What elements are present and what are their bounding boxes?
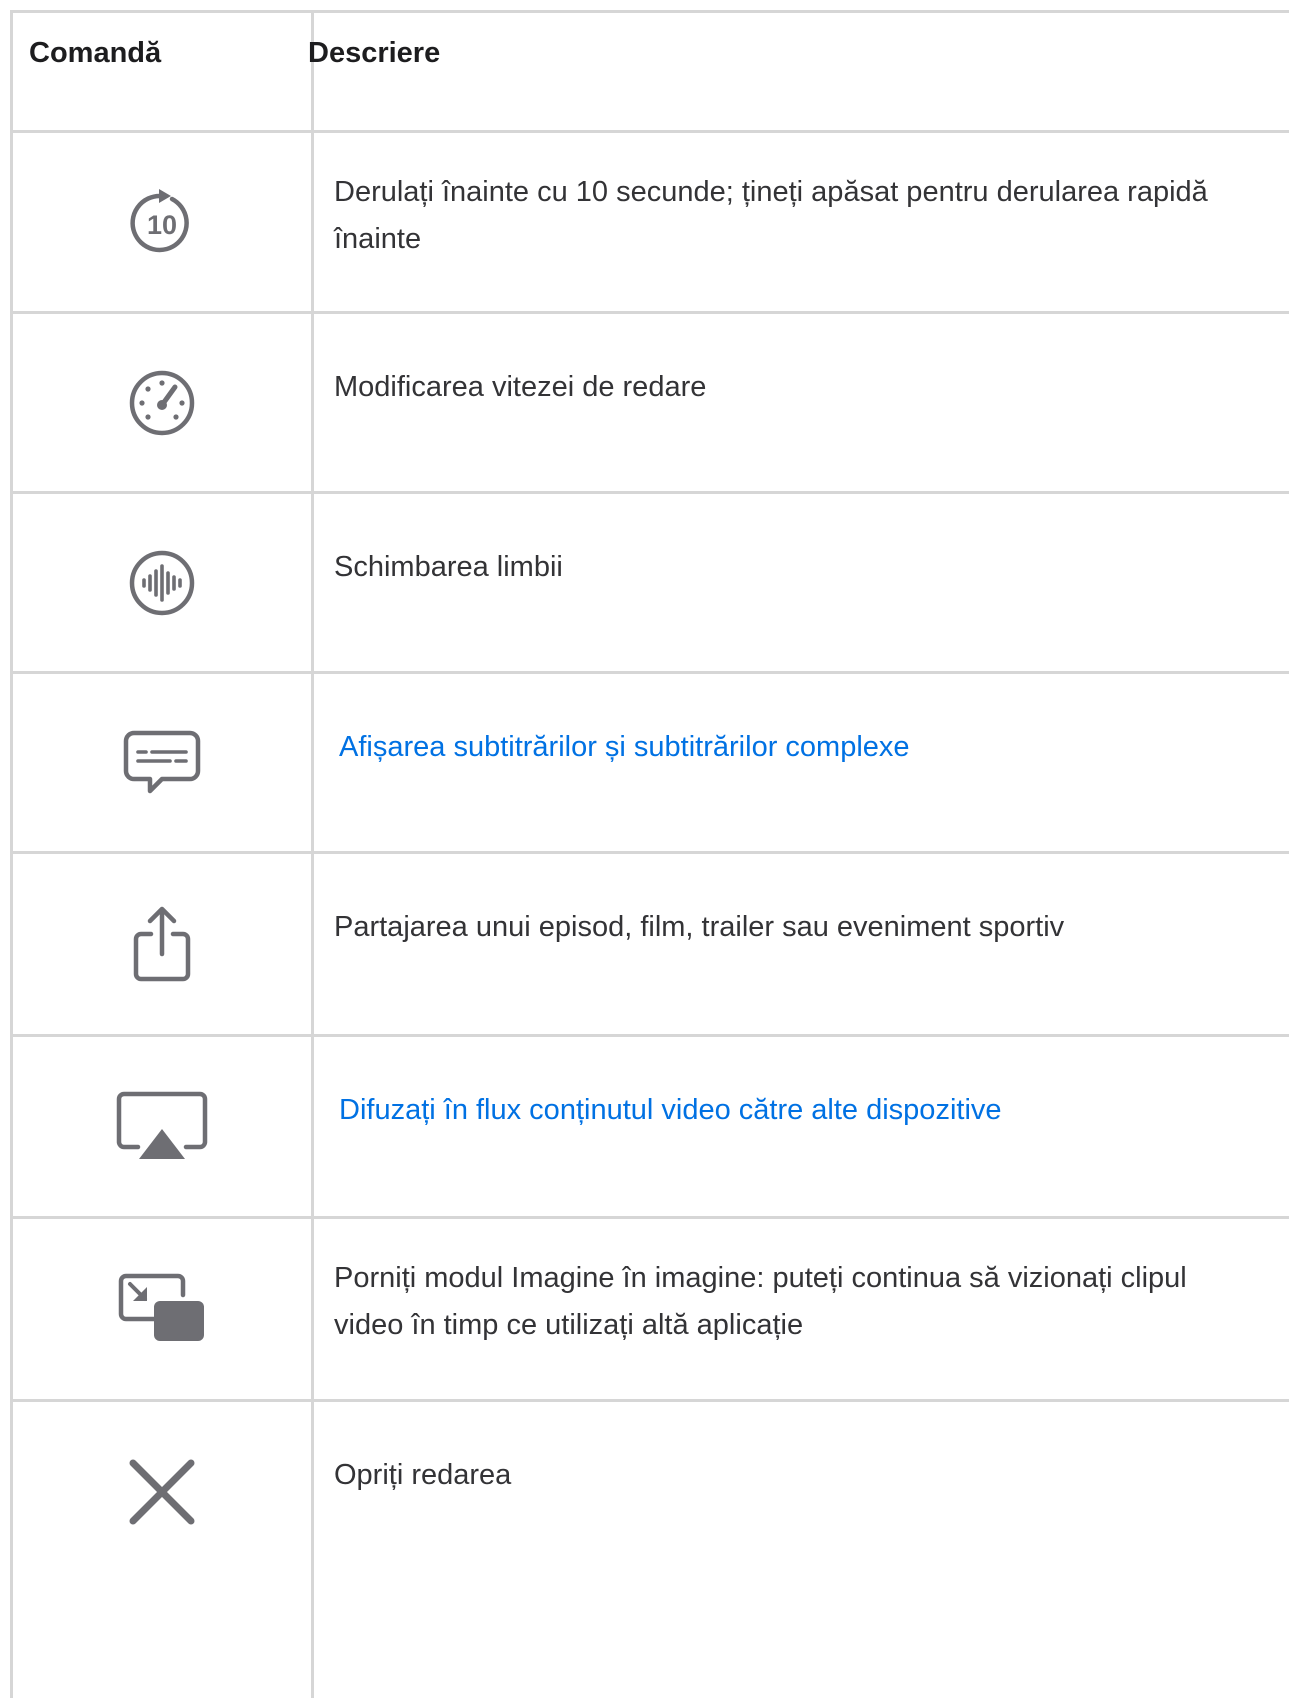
- skip-forward-10-icon[interactable]: 10: [126, 186, 198, 258]
- table-header-row: Comandă Descriere: [13, 13, 1289, 133]
- controls-table: Comandă Descriere 10 Derulați înainte cu…: [10, 10, 1289, 1698]
- row-description: Partajarea unui episod, film, trailer sa…: [334, 911, 1065, 943]
- audio-waveform-icon[interactable]: [128, 549, 196, 617]
- table-row: Porniți modul Imagine în imagine: puteți…: [13, 1219, 1289, 1402]
- speedometer-icon[interactable]: [128, 369, 196, 437]
- table-row: Afișarea subtitrărilor și subtitrărilor …: [13, 674, 1289, 854]
- subtitles-bubble-icon[interactable]: [122, 727, 202, 799]
- icon-cell: [13, 1402, 311, 1582]
- table-row: Partajarea unui episod, film, trailer sa…: [13, 854, 1289, 1037]
- icon-cell: [13, 314, 311, 491]
- airplay-icon[interactable]: [114, 1087, 210, 1167]
- table-row: Schimbarea limbii: [13, 494, 1289, 674]
- icon-cell: [13, 1219, 311, 1399]
- table-row: Modificarea vitezei de redare: [13, 314, 1289, 494]
- row-description: Opriți redarea: [334, 1459, 512, 1491]
- skip-amount-label: 10: [147, 210, 177, 240]
- close-x-icon[interactable]: [127, 1457, 197, 1527]
- row-description: Schimbarea limbii: [334, 551, 563, 583]
- row-description: Porniți modul Imagine în imagine: puteți…: [334, 1262, 1187, 1341]
- row-description: Derulați înainte cu 10 secunde; țineți a…: [334, 176, 1208, 255]
- header-description: Descriere: [308, 37, 441, 69]
- table-row: Opriți redarea: [13, 1402, 1289, 1701]
- icon-cell: 10: [13, 133, 311, 311]
- share-icon[interactable]: [131, 904, 193, 984]
- picture-in-picture-icon[interactable]: [116, 1271, 208, 1347]
- airplay-link[interactable]: Difuzați în flux conținutul video către …: [339, 1087, 1269, 1134]
- icon-cell: [13, 1037, 311, 1216]
- icon-cell: [13, 674, 311, 851]
- subtitles-link[interactable]: Afișarea subtitrărilor și subtitrărilor …: [339, 724, 1269, 771]
- icon-cell: [13, 494, 311, 671]
- table-row: 10 Derulați înainte cu 10 secunde; țineț…: [13, 133, 1289, 314]
- table-row: Difuzați în flux conținutul video către …: [13, 1037, 1289, 1219]
- icon-cell: [13, 854, 311, 1034]
- header-command: Comandă: [29, 37, 162, 69]
- row-description: Modificarea vitezei de redare: [334, 371, 707, 403]
